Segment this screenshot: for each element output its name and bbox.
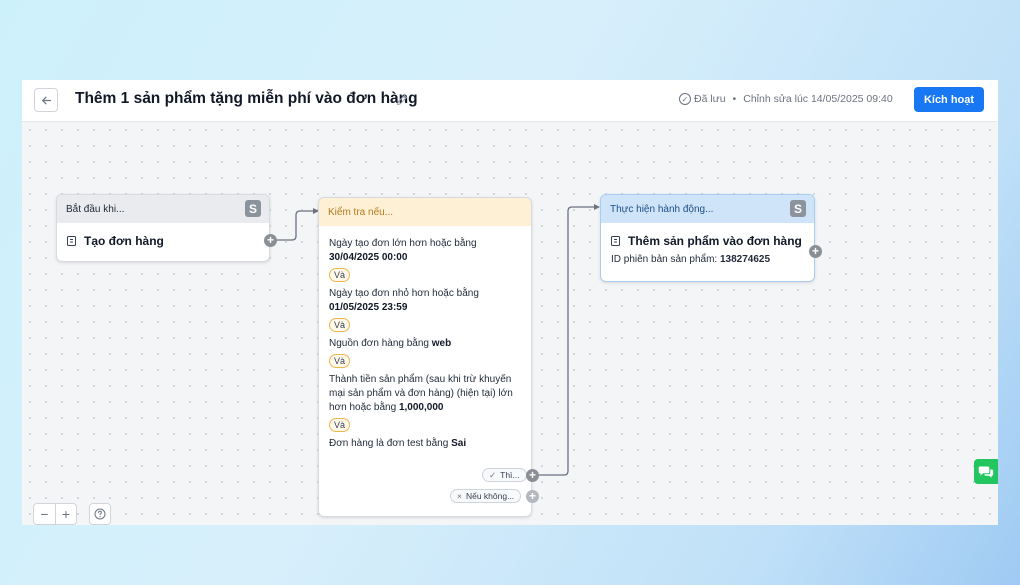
action-body: Thêm sản phẩm vào đơn hàng ID phiên bản … [601, 223, 814, 265]
then-label: Thì... [500, 470, 520, 480]
trigger-add-icon[interactable]: + [264, 234, 277, 247]
receipt-icon [611, 236, 620, 246]
rule-3-text: Nguồn đơn hàng bằng [329, 338, 429, 349]
saved-label: Đã lưu [694, 93, 726, 105]
page-title: Thêm 1 sản phẩm tặng miễn phí vào đơn hà… [75, 90, 418, 107]
rule-1-value: 30/04/2025 00:00 [329, 252, 408, 263]
condition-header-label: Kiểm tra nếu... [328, 206, 394, 218]
and-connector: Và [329, 418, 351, 432]
else-branch[interactable]: × Nếu không... [450, 489, 522, 503]
help-button[interactable] [89, 503, 111, 525]
zoom-in-button[interactable]: + [55, 503, 77, 525]
back-button[interactable] [34, 88, 58, 112]
condition-node-header: Kiểm tra nếu... [319, 198, 531, 226]
and-connector: Và [329, 354, 351, 368]
trigger-node-header: Bắt đầu khi... S [57, 195, 269, 223]
rule-2-value: 01/05/2025 23:59 [329, 302, 408, 313]
edited-timestamp: Chỉnh sửa lúc 14/05/2025 09:40 [743, 93, 893, 105]
chat-bubbles-icon [978, 466, 994, 478]
action-detail: ID phiên bản sản phẩm: 138274625 [611, 254, 804, 265]
rule-4-text-line2: mại sản phẩm và đơn hàng) (hiện tại) lớn [329, 388, 513, 399]
receipt-icon [67, 236, 76, 246]
else-add-icon[interactable]: + [526, 490, 539, 503]
and-connector: Và [329, 268, 351, 282]
x-icon: × [457, 491, 462, 501]
trigger-title: Tạo đơn hàng [84, 234, 164, 248]
rule-4-text-line1: Thành tiền sản phẩm (sau khi trừ khuyến [329, 374, 512, 385]
trigger-body: Tạo đơn hàng [57, 223, 269, 259]
check-icon: ✓ [489, 469, 497, 480]
action-add-icon[interactable]: + [809, 245, 822, 258]
workflow-canvas[interactable]: Bắt đầu khi... S Tạo đơn hàng + Kiểm tra… [22, 122, 998, 525]
rule-5-text: Đơn hàng là đơn test bằng [329, 438, 449, 449]
action-node-header: Thực hiện hành động... S [601, 195, 814, 223]
chat-button[interactable] [974, 459, 998, 484]
rule-4: Thành tiền sản phẩm (sau khi trừ khuyến … [329, 373, 521, 415]
save-status: ✓ Đã lưu • Chỉnh sửa lúc 14/05/2025 09:4… [679, 93, 893, 105]
action-node[interactable]: Thực hiện hành động... S Thêm sản phẩm v… [600, 194, 815, 282]
rule-3-value: web [431, 338, 452, 349]
then-add-icon[interactable]: + [526, 469, 539, 482]
top-bar: Thêm 1 sản phẩm tặng miễn phí vào đơn hà… [22, 80, 998, 122]
check-circle-icon: ✓ [679, 93, 691, 105]
rule-1-text: Ngày tạo đơn lớn hơn hoặc bằng [329, 238, 477, 249]
status-separator: • [732, 93, 737, 105]
zoom-out-button[interactable]: − [33, 503, 55, 525]
then-branch[interactable]: ✓ Thì... [482, 468, 527, 482]
rule-2: Ngày tạo đơn nhỏ hơn hoặc bằng 01/05/202… [329, 287, 521, 315]
rule-4-text-line3: hơn hoặc bằng [329, 402, 397, 413]
and-connector: Và [329, 318, 351, 332]
sapo-badge-icon: S [245, 200, 261, 217]
rule-5: Đơn hàng là đơn test bằng Sai [329, 437, 521, 451]
action-title: Thêm sản phẩm vào đơn hàng [628, 234, 802, 248]
activate-button[interactable]: Kích hoạt [914, 87, 984, 112]
rule-5-value: Sai [451, 438, 467, 449]
automation-editor: Thêm 1 sản phẩm tặng miễn phí vào đơn hà… [22, 80, 998, 525]
pencil-icon[interactable] [395, 93, 409, 107]
condition-rules: Ngày tạo đơn lớn hơn hoặc bằng 30/04/202… [319, 226, 531, 451]
rule-3: Nguồn đơn hàng bằng web [329, 337, 521, 351]
trigger-node[interactable]: Bắt đầu khi... S Tạo đơn hàng [56, 194, 270, 262]
action-header-label: Thực hiện hành động... [610, 203, 714, 215]
question-circle-icon [94, 508, 106, 520]
else-label: Nếu không... [465, 491, 515, 501]
trigger-header-label: Bắt đầu khi... [66, 203, 125, 215]
action-detail-label: ID phiên bản sản phẩm: [611, 254, 718, 265]
action-detail-value: 138274625 [719, 254, 771, 265]
rule-1: Ngày tạo đơn lớn hơn hoặc bằng 30/04/202… [329, 237, 521, 265]
rule-2-text: Ngày tạo đơn nhỏ hơn hoặc bằng [329, 288, 479, 299]
rule-4-value: 1,000,000 [398, 402, 444, 413]
sapo-badge-icon: S [790, 200, 806, 217]
action-title-row: Thêm sản phẩm vào đơn hàng [611, 234, 804, 248]
arrow-left-icon [41, 96, 51, 104]
